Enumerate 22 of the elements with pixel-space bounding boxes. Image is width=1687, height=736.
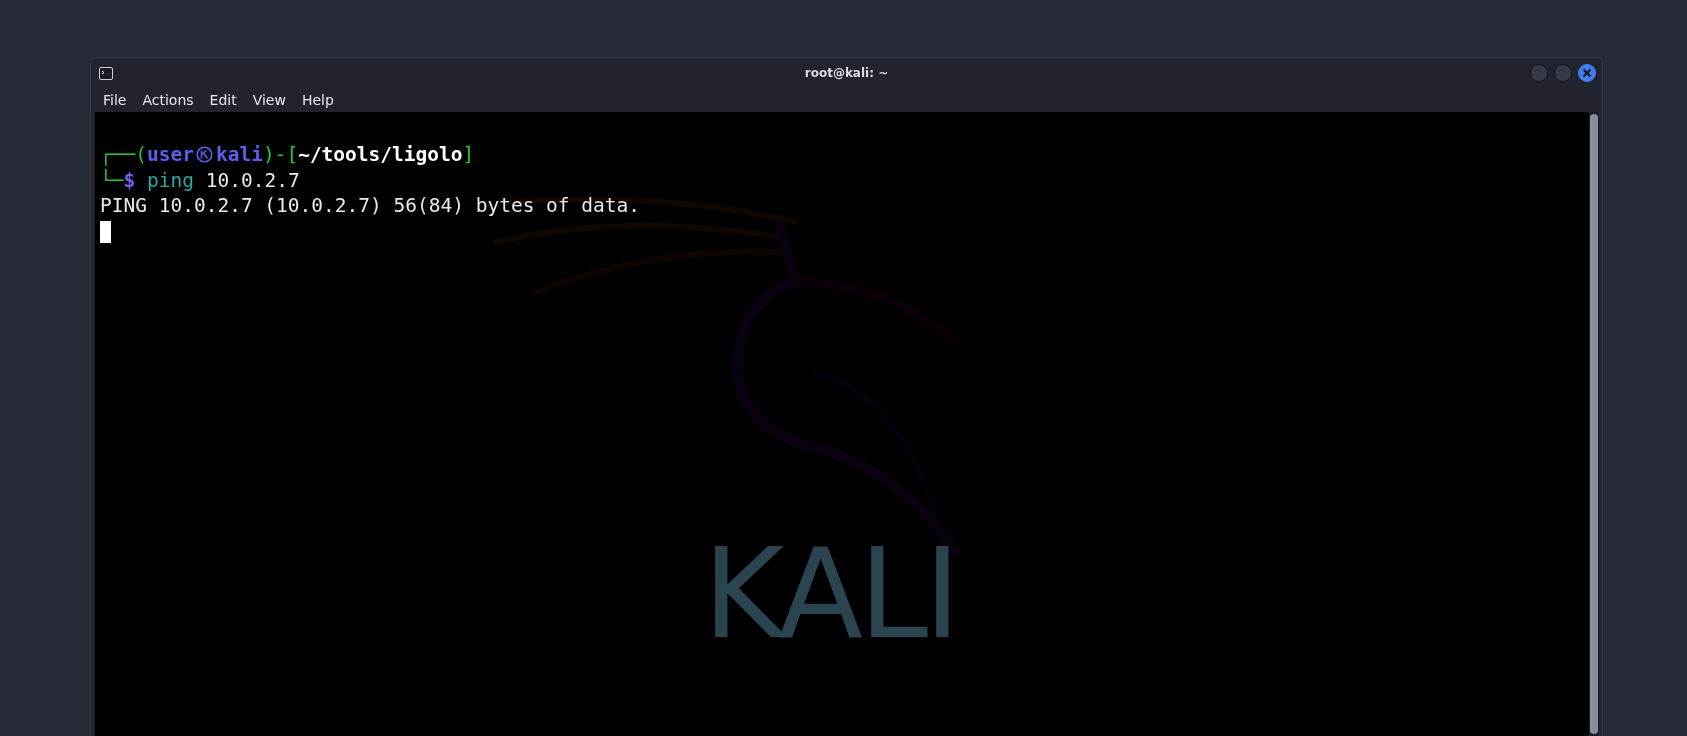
command-argument: 10.0.2.7	[205, 167, 300, 193]
scrollbar[interactable]	[1589, 112, 1599, 736]
window-title: root@kali: ~	[804, 66, 889, 80]
prompt-frame: )-[	[262, 142, 299, 168]
command-name: ping	[147, 167, 194, 193]
menu-item[interactable]: File	[95, 90, 135, 110]
terminal-icon	[99, 66, 113, 80]
close-icon	[1582, 68, 1592, 78]
prompt-path: ~/tools/ligolo	[298, 142, 463, 168]
output-line: PING 10.0.2.7 (10.0.2.7) 56(84) bytes of data.	[100, 193, 641, 219]
prompt-frame: ┌──(	[100, 142, 147, 168]
prompt-frame: └─	[100, 167, 124, 193]
prompt-host: kali	[215, 142, 263, 168]
logo-text: KALI	[703, 522, 957, 666]
close-button[interactable]	[1578, 64, 1596, 82]
prompt-symbol: $	[123, 167, 136, 193]
menu-item[interactable]: Actions	[134, 90, 202, 110]
menu-item[interactable]: View	[244, 90, 294, 110]
prompt-frame: ]	[462, 142, 475, 168]
menu-item[interactable]: Edit	[201, 90, 245, 110]
menu-item[interactable]: Help	[293, 90, 342, 110]
prompt-user: user	[146, 142, 194, 168]
